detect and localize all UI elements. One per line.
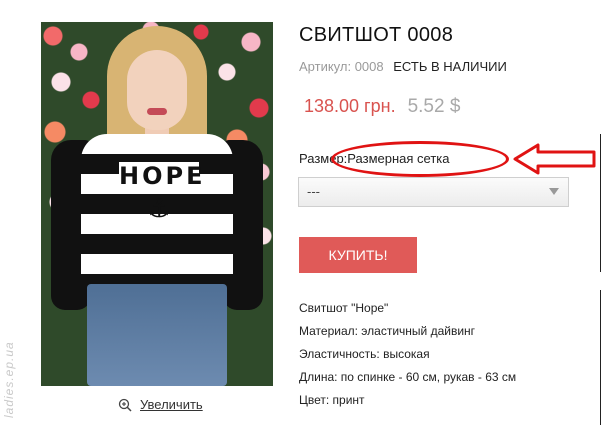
sku-label: Артикул:: [299, 59, 352, 74]
price-uah: 138.00 грн.: [304, 96, 396, 116]
chevron-down-icon: [549, 188, 559, 195]
product-description: Свитшот "Hope" Материал: эластичный дайв…: [299, 298, 516, 413]
divider-line: [600, 290, 601, 425]
description-line: Свитшот "Hope": [299, 301, 389, 315]
watermark: ladies.ep.ua: [2, 341, 16, 418]
zoom-link[interactable]: Увеличить: [118, 397, 203, 412]
size-row: Размер:Размерная сетка: [299, 151, 450, 166]
availability-status: ЕСТЬ В НАЛИЧИИ: [393, 59, 507, 74]
price-block: 138.00 грн. 5.52 $: [304, 96, 460, 118]
product-title: СВИТШОТ 0008: [299, 24, 454, 46]
size-chart-link[interactable]: Размерная сетка: [347, 151, 449, 166]
model-face: [127, 50, 187, 130]
zoom-label[interactable]: Увеличить: [140, 397, 203, 412]
description-line: Материал: эластичный дайвинг: [299, 324, 476, 338]
shirt-print-text: HOPE: [119, 162, 206, 190]
size-select-value: ---: [307, 184, 320, 199]
product-photo[interactable]: HOPE ⚓: [41, 22, 273, 386]
sku-row: Артикул: 0008 ЕСТЬ В НАЛИЧИИ: [299, 59, 507, 74]
anchor-icon: ⚓: [147, 193, 171, 223]
size-select[interactable]: ---: [298, 177, 569, 207]
description-line: Эластичность: высокая: [299, 347, 430, 361]
description-line: Длина: по спинке - 60 см, рукав - 63 см: [299, 370, 517, 384]
divider-line: [600, 134, 601, 272]
size-label: Размер:: [299, 151, 348, 166]
model-lips: [147, 108, 167, 115]
arrow-left-icon: [513, 143, 596, 175]
jeans: [87, 284, 227, 386]
price-usd: 5.52 $: [407, 96, 461, 117]
zoom-in-icon: [118, 398, 132, 412]
buy-button[interactable]: КУПИТЬ!: [299, 237, 417, 273]
description-line: Цвет: принт: [299, 393, 365, 407]
sku-value: 0008: [354, 59, 384, 74]
